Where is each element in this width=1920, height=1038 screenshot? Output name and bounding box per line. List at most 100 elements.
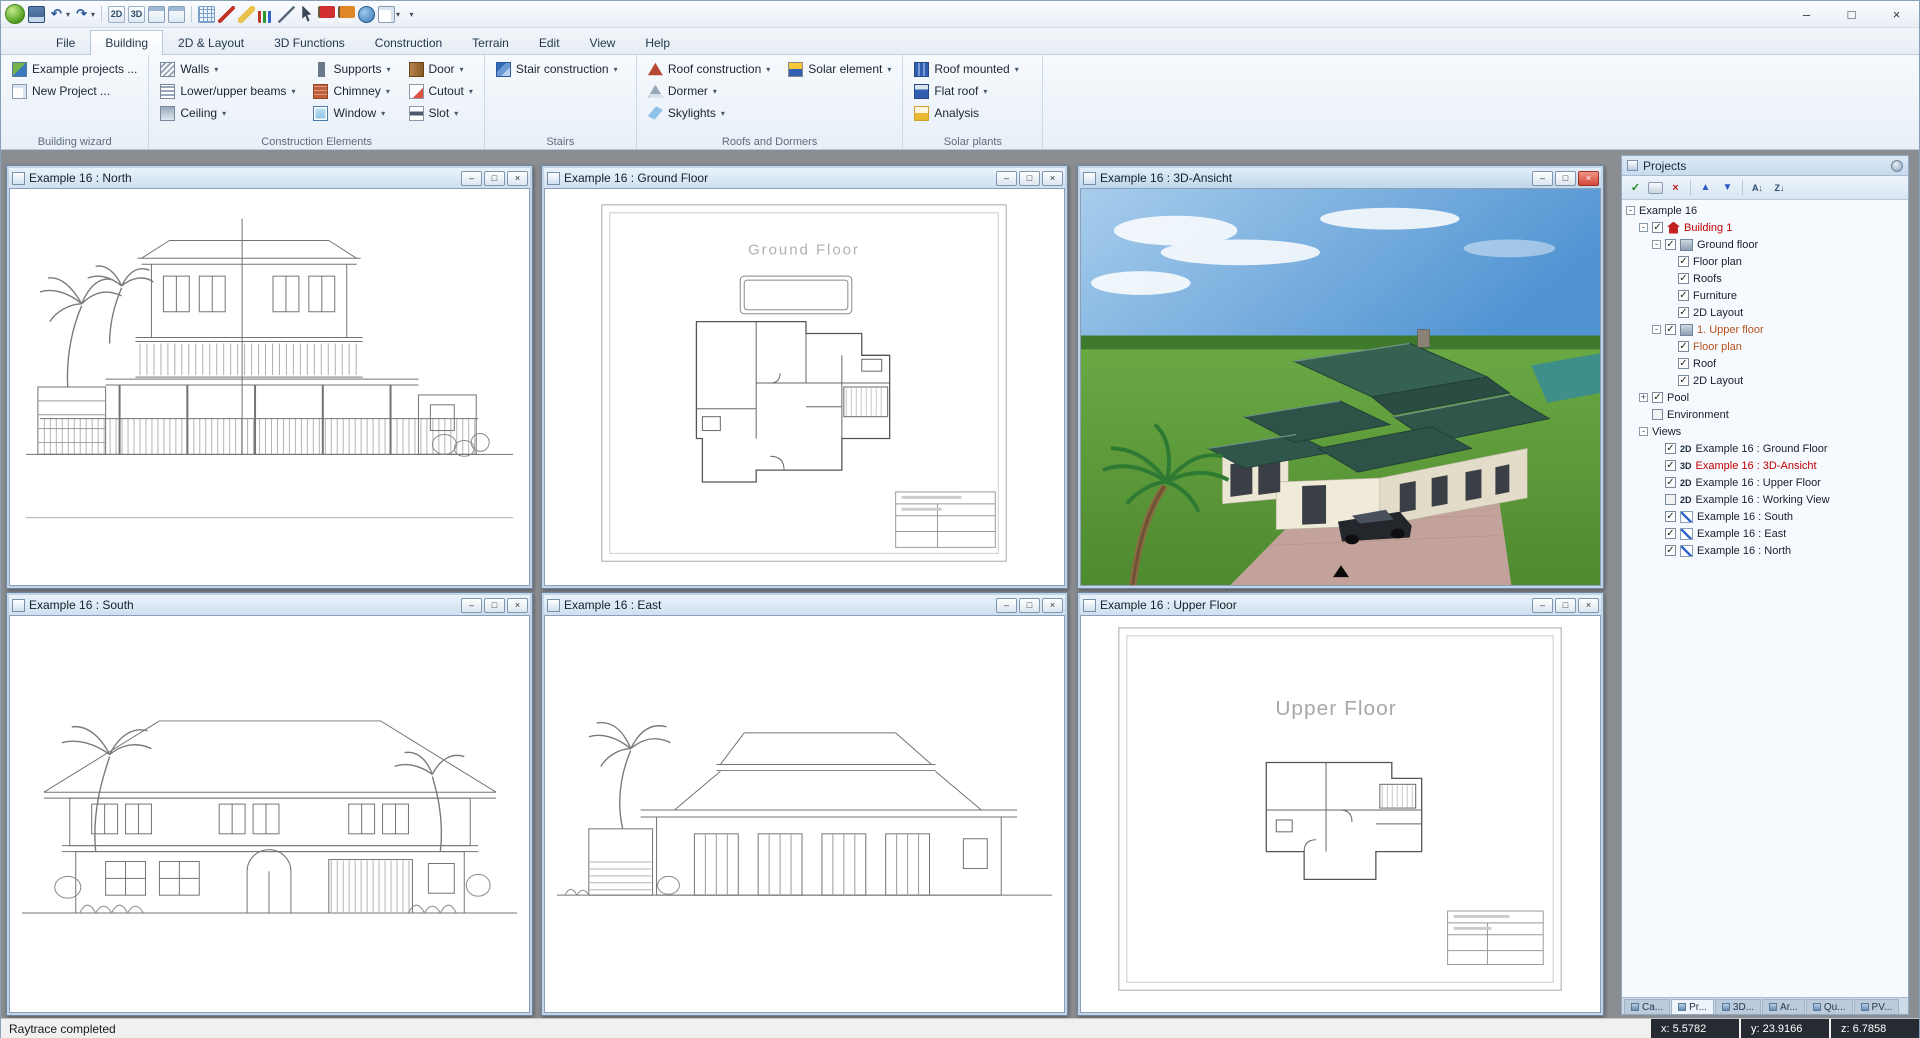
dropdown-arrow-icon[interactable]: ▾ [887, 65, 891, 74]
window-title-bar[interactable]: Example 16 : Ground Floor –□× [544, 168, 1065, 188]
ribbon-item-roof-mounted[interactable]: Roof mounted▾ [911, 59, 1021, 79]
tree-item-roofs[interactable]: ✓Roofs [1622, 270, 1908, 287]
ribbon-item-walls[interactable]: Walls▾ [157, 59, 298, 79]
window-title-bar[interactable]: Example 16 : South –□× [9, 595, 530, 615]
ribbon-item-window[interactable]: Window▾ [310, 103, 393, 123]
checkbox[interactable]: ✓ [1678, 273, 1689, 284]
ribbon-item-chimney[interactable]: Chimney▾ [310, 81, 393, 101]
dropdown-arrow-icon[interactable]: ▾ [469, 87, 473, 96]
window-close-button[interactable]: × [1578, 598, 1599, 613]
panel-tab-qu[interactable]: Qu... [1806, 999, 1853, 1014]
dropdown-arrow-icon[interactable]: ▾ [721, 109, 725, 118]
ribbon-item-stair-construction[interactable]: Stair construction▾ [493, 59, 621, 79]
expand-icon[interactable]: + [1639, 393, 1648, 402]
checkbox[interactable]: ✓ [1665, 477, 1676, 488]
ribbon-item-dormer[interactable]: Dormer▾ [645, 81, 773, 101]
ribbon-item-slot[interactable]: Slot▾ [406, 103, 476, 123]
dropdown-arrow-icon[interactable]: ▾ [291, 87, 295, 96]
window-example16-north[interactable]: Example 16 : North –□× [6, 165, 533, 589]
window-example16-south[interactable]: Example 16 : South –□× [6, 592, 533, 1016]
tree-item-roof[interactable]: ✓Roof [1622, 355, 1908, 372]
drawing-canvas[interactable] [544, 615, 1065, 1013]
checkbox[interactable]: ✓ [1665, 528, 1676, 539]
window-minimize-button[interactable]: – [996, 598, 1017, 613]
minimize-button[interactable]: – [1784, 1, 1829, 27]
dropdown-arrow-icon[interactable]: ▾ [91, 10, 95, 19]
checkbox[interactable]: ✓ [1665, 239, 1676, 250]
panel-options-icon[interactable] [1891, 160, 1903, 172]
window-minimize-button[interactable]: – [1532, 171, 1553, 186]
dropdown-arrow-icon[interactable]: ▾ [214, 65, 218, 74]
tree-item-example-16-north[interactable]: ✓Example 16 : North [1622, 542, 1908, 559]
render-canvas[interactable] [1080, 188, 1601, 586]
view-3d-icon[interactable]: 3D [128, 6, 145, 23]
checkbox[interactable]: ✓ [1678, 307, 1689, 318]
ribbon-item-ceiling[interactable]: Ceiling▾ [157, 103, 298, 123]
dropdown-arrow-icon[interactable]: ▾ [713, 87, 717, 96]
new-view-icon[interactable] [168, 6, 185, 23]
dropdown-arrow-icon[interactable]: ▾ [386, 65, 390, 74]
dropdown-arrow-icon[interactable]: ▾ [454, 109, 458, 118]
customize-toolbar-icon[interactable]: ▾ [403, 6, 420, 23]
window-example16-east[interactable]: Example 16 : East –□× [541, 592, 1068, 1016]
panel-tab-ca[interactable]: Ca... [1624, 999, 1670, 1014]
collapse-icon[interactable]: - [1652, 240, 1661, 249]
tree-item-2d-layout[interactable]: ✓2D Layout [1622, 372, 1908, 389]
checkbox[interactable]: ✓ [1652, 222, 1663, 233]
checkbox[interactable]: ✓ [1665, 324, 1676, 335]
collapse-icon[interactable]: - [1626, 206, 1635, 215]
drawing-canvas[interactable]: Upper Floor [1080, 615, 1601, 1013]
drawing-canvas[interactable] [9, 188, 530, 586]
collapse-icon[interactable]: - [1639, 223, 1648, 232]
tree-item-example-16-3d-ansicht[interactable]: ✓3DExample 16 : 3D-Ansicht [1622, 457, 1908, 474]
maximize-button[interactable]: □ [1829, 1, 1874, 27]
window-maximize-button[interactable]: □ [1555, 598, 1576, 613]
checkbox[interactable]: ✓ [1678, 341, 1689, 352]
window-close-button[interactable]: × [1578, 171, 1599, 186]
select-icon[interactable] [298, 6, 315, 23]
checkbox[interactable]: ✓ [1678, 256, 1689, 267]
delete-icon[interactable]: × [1666, 179, 1685, 197]
ribbon-item-cutout[interactable]: Cutout▾ [406, 81, 476, 101]
checkbox[interactable]: ✓ [1678, 290, 1689, 301]
checkbox[interactable] [1652, 409, 1663, 420]
ribbon-item-new-project[interactable]: New Project ... [9, 81, 140, 101]
panel-tab-pv[interactable]: PV... [1854, 999, 1900, 1014]
tab-3d-functions[interactable]: 3D Functions [259, 30, 360, 54]
window-close-button[interactable]: × [1042, 598, 1063, 613]
tile-windows-icon[interactable] [148, 6, 165, 23]
report-icon[interactable] [1648, 182, 1663, 194]
tree-item-example-16-east[interactable]: ✓Example 16 : East [1622, 525, 1908, 542]
window-close-button[interactable]: × [507, 171, 528, 186]
window-minimize-button[interactable]: – [461, 598, 482, 613]
window-title-bar[interactable]: Example 16 : East –□× [544, 595, 1065, 615]
panel-tab-pr[interactable]: Pr... [1671, 999, 1714, 1014]
tab-help[interactable]: Help [630, 30, 685, 54]
tree-item-example-16-upper-floor[interactable]: ✓2DExample 16 : Upper Floor [1622, 474, 1908, 491]
drawing-canvas[interactable] [9, 615, 530, 1013]
window-example16-upper-floor[interactable]: Example 16 : Upper Floor –□× Upper Floor [1077, 592, 1604, 1016]
flag-icon[interactable] [318, 6, 335, 23]
window-example16-3d-ansicht[interactable]: Example 16 : 3D-Ansicht –□× [1077, 165, 1604, 589]
close-button[interactable]: × [1874, 1, 1919, 27]
tree-item-building-1[interactable]: -✓Building 1 [1622, 219, 1908, 236]
page-icon[interactable] [378, 6, 395, 23]
dropdown-arrow-icon[interactable]: ▾ [381, 109, 385, 118]
tree-item-1-upper-floor[interactable]: -✓1. Upper floor [1622, 321, 1908, 338]
tree-item-example-16-south[interactable]: ✓Example 16 : South [1622, 508, 1908, 525]
checkbox[interactable]: ✓ [1652, 392, 1663, 403]
move-down-icon[interactable]: ▼ [1718, 179, 1737, 197]
window-maximize-button[interactable]: □ [484, 598, 505, 613]
save-icon[interactable] [28, 6, 45, 23]
dropdown-arrow-icon[interactable]: ▾ [766, 65, 770, 74]
checkbox[interactable] [1665, 494, 1676, 505]
window-example16-ground-floor[interactable]: Example 16 : Ground Floor –□× Ground Flo… [541, 165, 1068, 589]
window-close-button[interactable]: × [1042, 171, 1063, 186]
ribbon-item-roof-construction[interactable]: Roof construction▾ [645, 59, 773, 79]
dropdown-arrow-icon[interactable]: ▾ [386, 87, 390, 96]
window-minimize-button[interactable]: – [1532, 598, 1553, 613]
tab-construction[interactable]: Construction [360, 30, 457, 54]
measure-icon[interactable] [238, 6, 255, 23]
window-maximize-button[interactable]: □ [1019, 598, 1040, 613]
tree-item-floor-plan[interactable]: ✓Floor plan [1622, 253, 1908, 270]
